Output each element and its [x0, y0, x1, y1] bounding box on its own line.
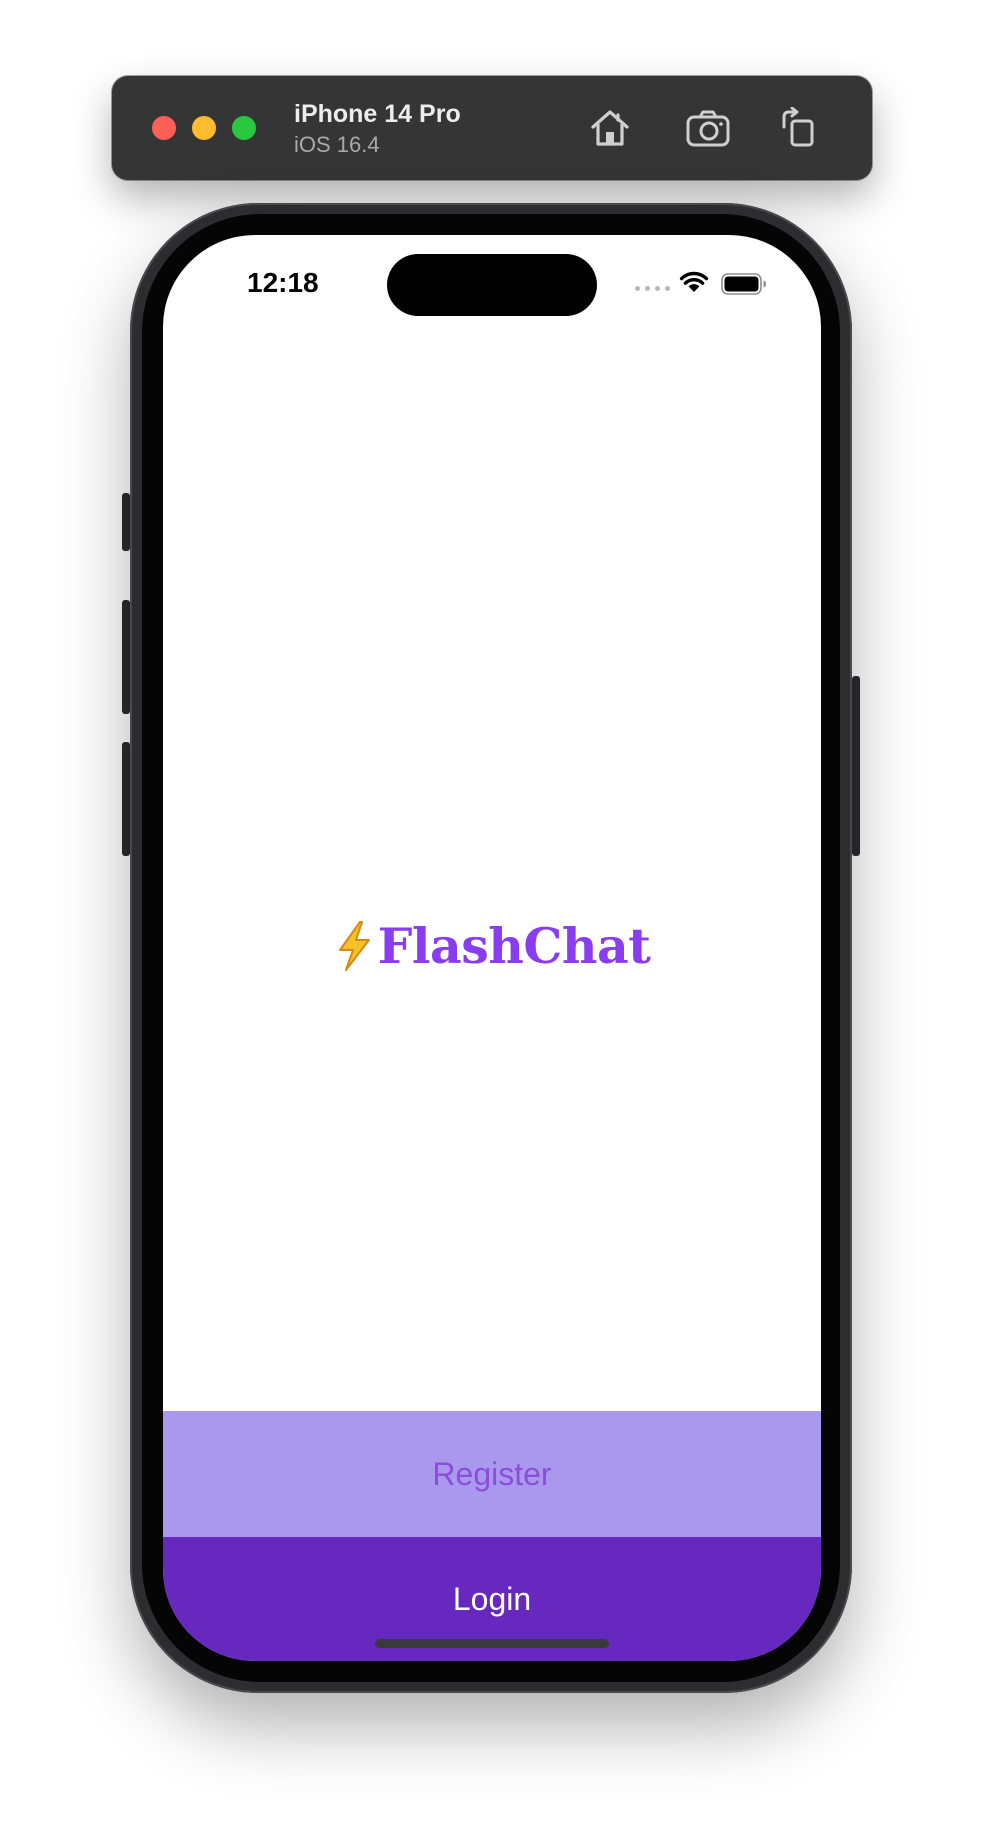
volume-up-button [122, 600, 130, 714]
home-button[interactable] [586, 104, 634, 152]
action-button [122, 493, 130, 551]
lightning-bolt-icon [338, 921, 370, 971]
simulator-stage: iPhone 14 Pro iOS 16.4 12:18 FlashChat R… [0, 0, 984, 1846]
device-os-version: iOS 16.4 [294, 132, 380, 157]
app-title: FlashChat [377, 917, 651, 975]
rotate-button[interactable] [774, 104, 822, 152]
cellular-signal-icon [635, 286, 670, 291]
register-button-label: Register [432, 1455, 552, 1492]
device-name: iPhone 14 Pro [294, 100, 461, 128]
window-zoom-button[interactable] [232, 116, 256, 140]
simulator-toolbar: iPhone 14 Pro iOS 16.4 [112, 76, 872, 180]
login-button-label: Login [452, 1581, 532, 1617]
home-icon [591, 110, 629, 146]
screenshot-icon [686, 110, 730, 147]
register-button[interactable]: Register [163, 1411, 821, 1537]
screenshot-button[interactable] [684, 104, 732, 152]
power-button [852, 676, 860, 856]
volume-down-button [122, 742, 130, 856]
dynamic-island [387, 254, 597, 316]
status-time: 12:18 [247, 267, 319, 298]
rotate-icon [782, 107, 814, 147]
home-indicator[interactable] [375, 1639, 609, 1648]
phone-screen: 12:18 FlashChat Register Login [163, 235, 821, 1661]
battery-icon [721, 273, 766, 295]
app-logo: FlashChat [163, 917, 821, 975]
wifi-icon [679, 271, 709, 292]
window-minimize-button[interactable] [192, 116, 216, 140]
window-close-button[interactable] [152, 116, 176, 140]
